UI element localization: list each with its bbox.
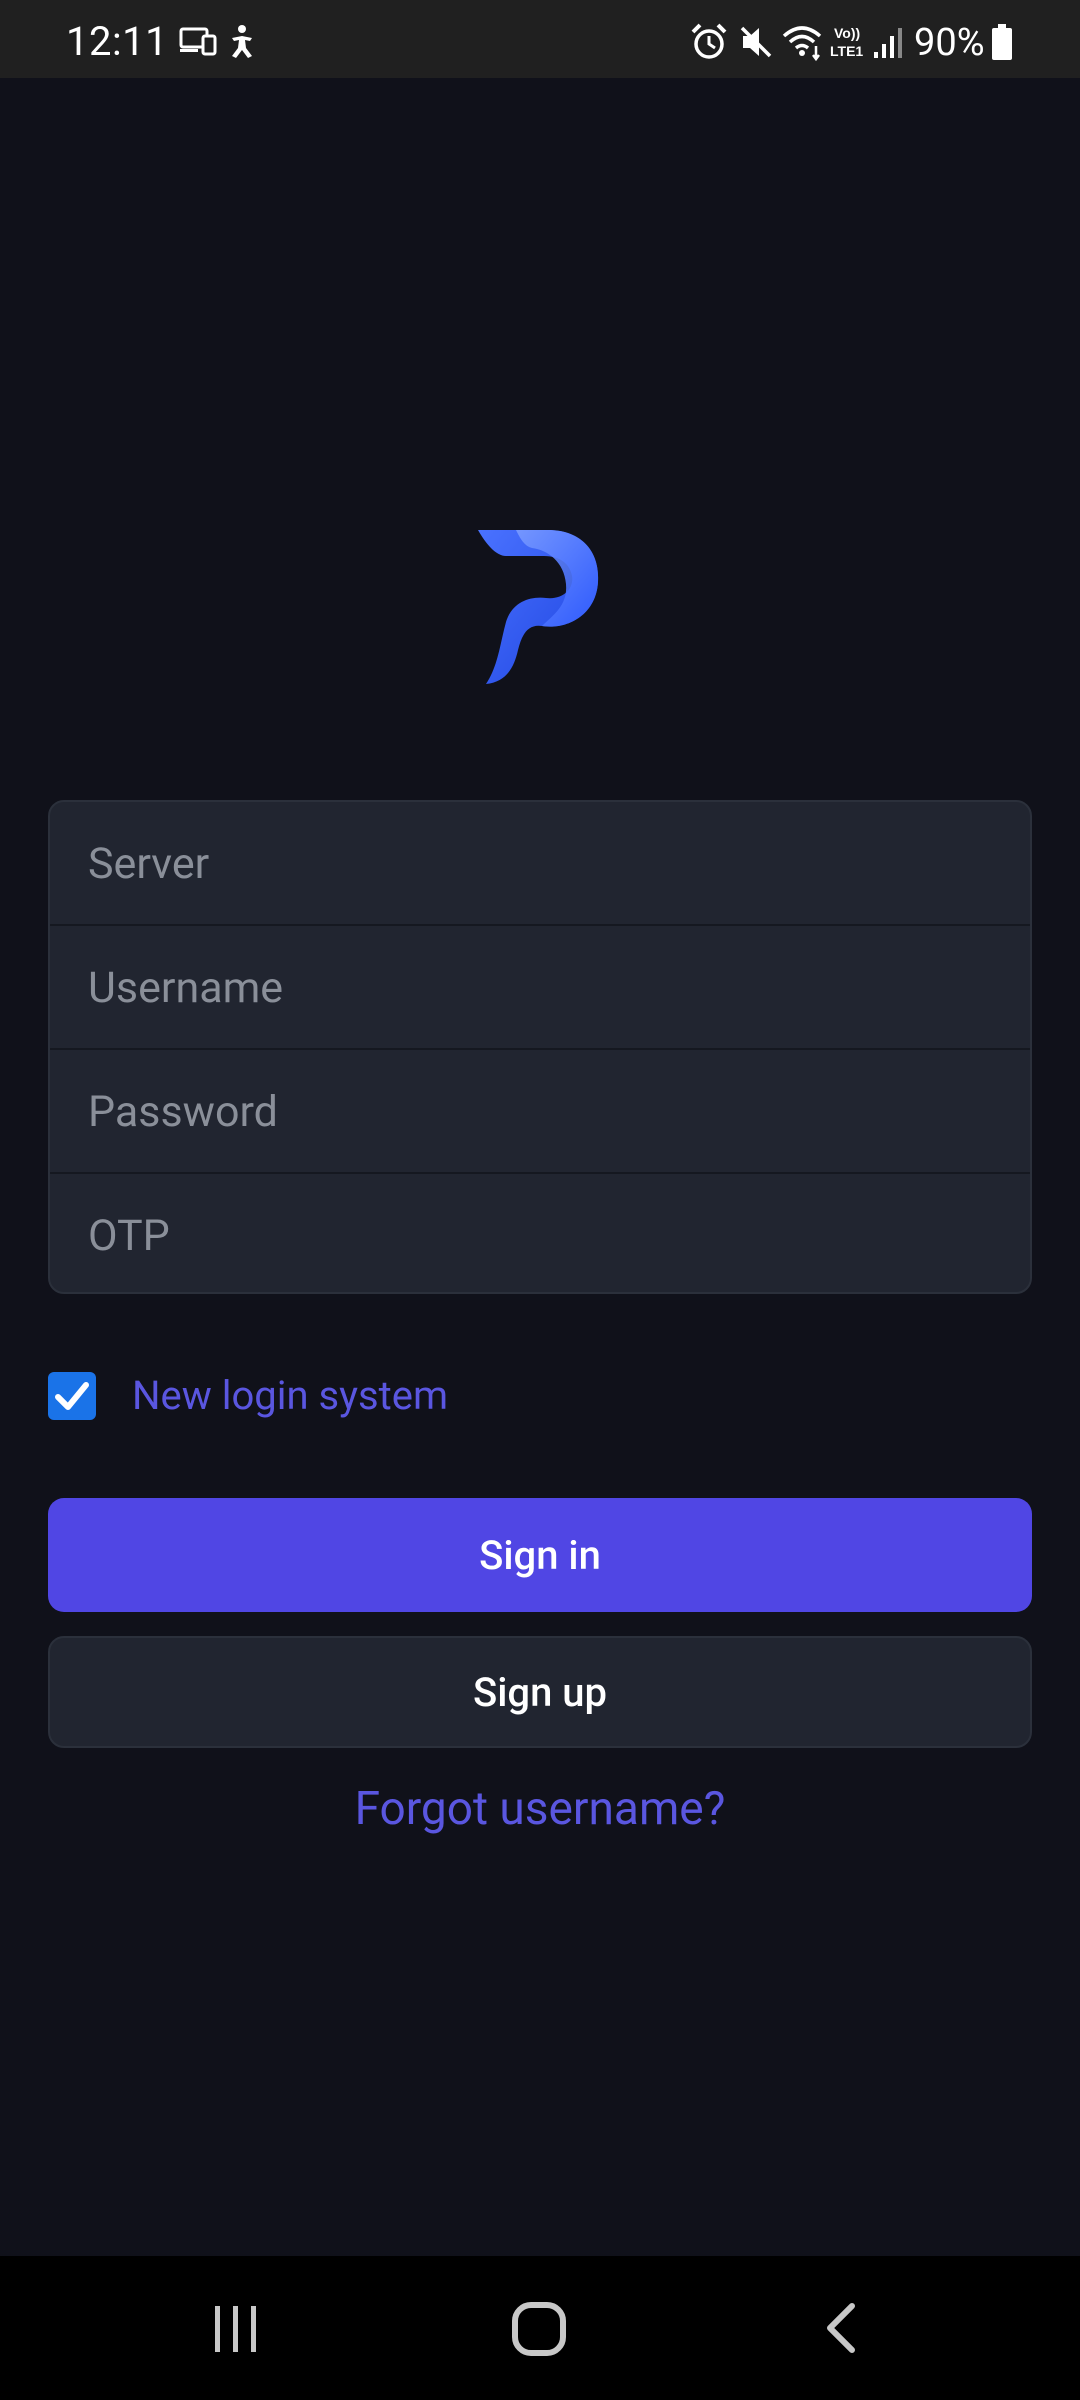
status-time: 12:11 — [66, 18, 169, 65]
alarm-icon — [691, 23, 727, 59]
server-input[interactable] — [50, 802, 1030, 925]
mute-icon — [740, 26, 772, 58]
home-icon[interactable] — [510, 2300, 570, 2360]
back-icon[interactable] — [818, 2300, 866, 2356]
recents-icon[interactable] — [208, 2300, 264, 2356]
sign-in-button[interactable]: Sign in — [48, 1498, 1032, 1612]
status-bar: 12:11 Vo)) LTE1 90% — [0, 0, 1080, 78]
svg-text:LTE1: LTE1 — [830, 43, 863, 59]
new-login-system-checkbox[interactable] — [48, 1372, 96, 1420]
username-field[interactable] — [50, 926, 1030, 1049]
navigation-bar — [0, 2256, 1080, 2400]
accessibility-icon — [232, 25, 252, 58]
sign-up-label: Sign up — [472, 1668, 608, 1716]
server-field[interactable] — [50, 802, 1030, 925]
sign-in-label: Sign in — [479, 1531, 601, 1579]
forgot-username-link[interactable]: Forgot username? — [0, 1782, 1080, 1836]
battery-percent: 90% — [914, 21, 985, 65]
new-login-system-label[interactable]: New login system — [132, 1372, 448, 1420]
password-input[interactable] — [50, 1050, 1030, 1173]
otp-field[interactable] — [50, 1174, 1030, 1292]
battery-icon — [992, 24, 1012, 60]
password-field[interactable] — [50, 1050, 1030, 1173]
svg-text:Vo)): Vo)) — [834, 25, 860, 41]
username-input[interactable] — [50, 926, 1030, 1049]
login-form — [48, 800, 1032, 1294]
volte-lte-icon: Vo)) LTE1 — [830, 25, 863, 59]
sign-up-button[interactable]: Sign up — [48, 1636, 1032, 1748]
checkmark-icon — [55, 1382, 89, 1410]
login-screen: 12:11 Vo)) LTE1 90% Server Username OTP … — [0, 0, 1080, 2400]
otp-input[interactable] — [50, 1174, 1030, 1292]
screen-cast-icon — [179, 27, 217, 56]
wifi-icon — [782, 26, 822, 62]
signal-icon — [874, 28, 902, 58]
app-logo-icon — [478, 530, 599, 684]
